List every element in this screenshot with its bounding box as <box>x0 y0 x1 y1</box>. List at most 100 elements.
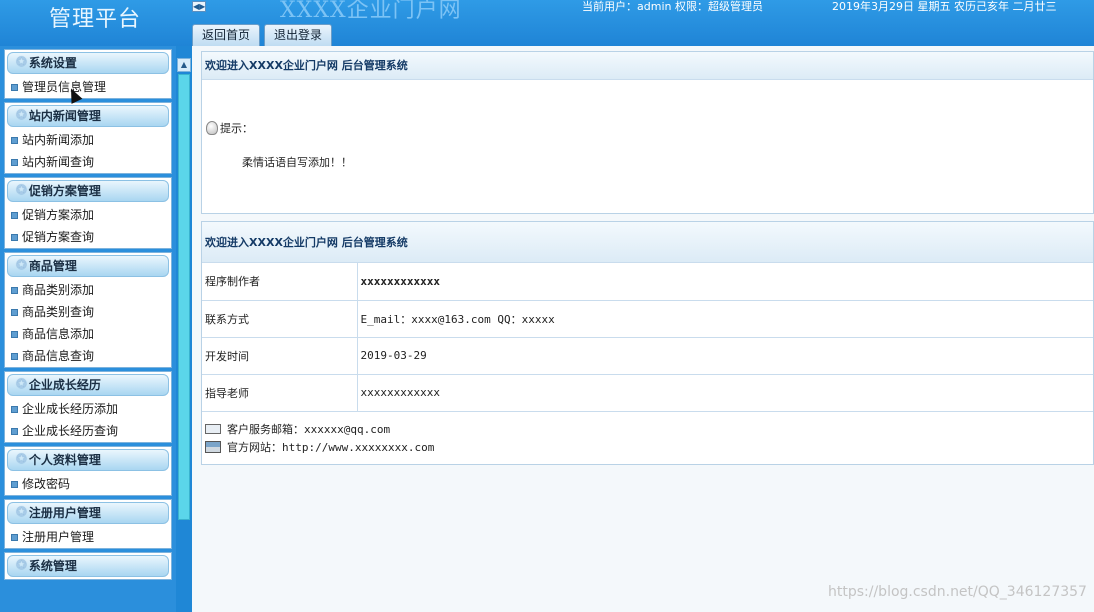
row-value: E_mail：xxxx@163.com QQ：xxxxx <box>357 300 1093 338</box>
menu-item-category-query[interactable]: 商品类别查询 <box>5 301 171 323</box>
menu-item-label: 商品类别添加 <box>22 283 95 297</box>
menu-item-history-add[interactable]: 企业成长经历添加 <box>5 398 171 420</box>
menu-group-title: 站内新闻管理 <box>28 109 101 123</box>
mail-icon <box>205 423 221 434</box>
menu-group-header[interactable]: ✪ 个人资料管理 <box>7 449 169 471</box>
menu-item-promotion-query[interactable]: 促销方案查询 <box>5 226 171 248</box>
brand-title: 管理平台 <box>48 7 141 32</box>
email-line: 客户服务邮箱：xxxxxx@qq.com <box>205 420 1093 438</box>
current-user-info: 当前用户：admin 权限：超级管理员 <box>582 0 763 13</box>
sidebar-menu: ✪ 系统设置 管理员信息管理 ✪ 站内新闻管理 站内新闻添加 站内新闻查询 ✪ 促销方… <box>0 46 176 612</box>
bullet-icon <box>11 352 18 360</box>
scrollbar-thumb[interactable] <box>178 74 190 520</box>
contact-block: 客户服务邮箱：xxxxxx@qq.com 官方网站：http://www.xxx… <box>202 412 1093 462</box>
menu-group-news: ✪ 站内新闻管理 站内新闻添加 站内新闻查询 <box>4 102 172 174</box>
menu-item-label: 促销方案添加 <box>22 208 95 222</box>
watermark: https://blog.csdn.net/QQ_346127357 <box>828 584 1087 600</box>
menu-group-title: 商品管理 <box>28 259 77 273</box>
table-row: 开发时间 2019-03-29 <box>202 337 1093 375</box>
menu-group-title: 企业成长经历 <box>28 378 101 392</box>
menu-item-category-add[interactable]: 商品类别添加 <box>5 279 171 301</box>
panel-title: 欢迎进入XXXX企业门户网 后台管理系统 <box>202 222 1093 263</box>
bullet-icon <box>11 308 18 316</box>
bullet-icon <box>11 427 18 435</box>
menu-item-news-query[interactable]: 站内新闻查询 <box>5 151 171 173</box>
menu-item-history-query[interactable]: 企业成长经历查询 <box>5 420 171 442</box>
site-title: XXXX企业门户网 <box>280 0 462 23</box>
menu-item-label: 站内新闻添加 <box>22 133 95 147</box>
menu-group-header[interactable]: ✪ 系统管理 <box>7 555 169 577</box>
menu-item-promotion-add[interactable]: 促销方案添加 <box>5 204 171 226</box>
bullet-icon <box>11 533 18 541</box>
table-row: 指导老师 xxxxxxxxxxxx <box>202 374 1093 412</box>
star-icon: ✪ <box>16 377 27 392</box>
website-icon <box>205 440 221 453</box>
menu-group-promotion: ✪ 促销方案管理 促销方案添加 促销方案查询 <box>4 177 172 249</box>
scroll-up-icon[interactable]: ▲ <box>177 58 191 72</box>
email-text: 客户服务邮箱：xxxxxx@qq.com <box>227 422 391 436</box>
menu-group-title: 个人资料管理 <box>28 453 101 467</box>
row-value: xxxxxxxxxxxx <box>357 374 1093 412</box>
tip-row: 提示： <box>206 120 253 136</box>
logout-button[interactable]: 退出登录 <box>264 24 333 46</box>
menu-group-header[interactable]: ✪ 注册用户管理 <box>7 502 169 524</box>
bullet-icon <box>11 233 18 241</box>
menu-item-admin-info[interactable]: 管理员信息管理 <box>5 76 171 98</box>
system-info-panel: 欢迎进入XXXX企业门户网 后台管理系统 程序制作者 xxxxxxxxxxxx … <box>201 221 1094 465</box>
menu-item-label: 企业成长经历查询 <box>22 424 119 438</box>
bullet-icon <box>11 83 18 91</box>
menu-group-title: 注册用户管理 <box>28 506 101 520</box>
table-row: 程序制作者 xxxxxxxxxxxx <box>202 263 1093 301</box>
home-button[interactable]: 返回首页 <box>192 24 261 46</box>
star-icon: ✪ <box>16 258 27 273</box>
menu-group-profile: ✪ 个人资料管理 修改密码 <box>4 446 172 496</box>
star-icon: ✪ <box>16 452 27 467</box>
website-text: 官方网站：http://www.xxxxxxxx.com <box>227 440 435 454</box>
menu-item-label: 企业成长经历添加 <box>22 402 119 416</box>
menu-item-label: 商品信息添加 <box>22 327 95 341</box>
row-value: 2019-03-29 <box>357 337 1093 375</box>
menu-item-label: 商品信息查询 <box>22 349 95 363</box>
menu-group-title: 促销方案管理 <box>28 184 101 198</box>
menu-item-label: 注册用户管理 <box>22 530 95 544</box>
row-label: 开发时间 <box>202 337 358 375</box>
star-icon: ✪ <box>16 55 27 70</box>
menu-item-change-password[interactable]: 修改密码 <box>5 473 171 495</box>
menu-group-header[interactable]: ✪ 系统设置 <box>7 52 169 74</box>
bullet-icon <box>11 480 18 488</box>
star-icon: ✪ <box>16 558 27 573</box>
panel-title: 欢迎进入XXXX企业门户网 后台管理系统 <box>202 52 1093 80</box>
tip-label: 提示： <box>220 122 253 135</box>
table-row: 联系方式 E_mail：xxxx@163.com QQ：xxxxx <box>202 300 1093 338</box>
menu-item-news-add[interactable]: 站内新闻添加 <box>5 129 171 151</box>
menu-group-header[interactable]: ✪ 促销方案管理 <box>7 180 169 202</box>
bullet-icon <box>11 330 18 338</box>
top-header: 管理平台 ◀▶ XXXX企业门户网 当前用户：admin 权限：超级管理员 20… <box>0 0 1094 46</box>
menu-group-header[interactable]: ✪ 站内新闻管理 <box>7 105 169 127</box>
row-label: 程序制作者 <box>202 263 358 301</box>
menu-item-label: 商品类别查询 <box>22 305 95 319</box>
menu-group-system-manage: ✪ 系统管理 <box>4 552 172 580</box>
menu-item-product-query[interactable]: 商品信息查询 <box>5 345 171 367</box>
info-table: 程序制作者 xxxxxxxxxxxx 联系方式 E_mail：xxxx@163.… <box>202 263 1093 412</box>
bullet-icon <box>11 286 18 294</box>
main-content: 欢迎进入XXXX企业门户网 后台管理系统 提示： 柔情话语自写添加！！ 欢迎进入… <box>192 46 1094 612</box>
header-nav: 返回首页 退出登录 <box>192 24 333 46</box>
menu-group-header[interactable]: ✪ 企业成长经历 <box>7 374 169 396</box>
row-label: 联系方式 <box>202 300 358 338</box>
menu-item-product-add[interactable]: 商品信息添加 <box>5 323 171 345</box>
menu-group-users: ✪ 注册用户管理 注册用户管理 <box>4 499 172 549</box>
welcome-panel: 欢迎进入XXXX企业门户网 后台管理系统 提示： 柔情话语自写添加！！ <box>201 51 1094 214</box>
row-label: 指导老师 <box>202 374 358 412</box>
toggle-sidebar-icon[interactable]: ◀▶ <box>192 1 206 12</box>
menu-item-user-manage[interactable]: 注册用户管理 <box>5 526 171 548</box>
bullet-icon <box>11 211 18 219</box>
bullet-icon <box>11 136 18 144</box>
menu-item-label: 修改密码 <box>22 477 71 491</box>
menu-group-system-settings: ✪ 系统设置 管理员信息管理 <box>4 49 172 99</box>
star-icon: ✪ <box>16 183 27 198</box>
menu-group-header[interactable]: ✪ 商品管理 <box>7 255 169 277</box>
tip-message: 柔情话语自写添加！！ <box>242 156 352 169</box>
bullet-icon <box>11 158 18 166</box>
row-value: xxxxxxxxxxxx <box>357 263 1093 301</box>
